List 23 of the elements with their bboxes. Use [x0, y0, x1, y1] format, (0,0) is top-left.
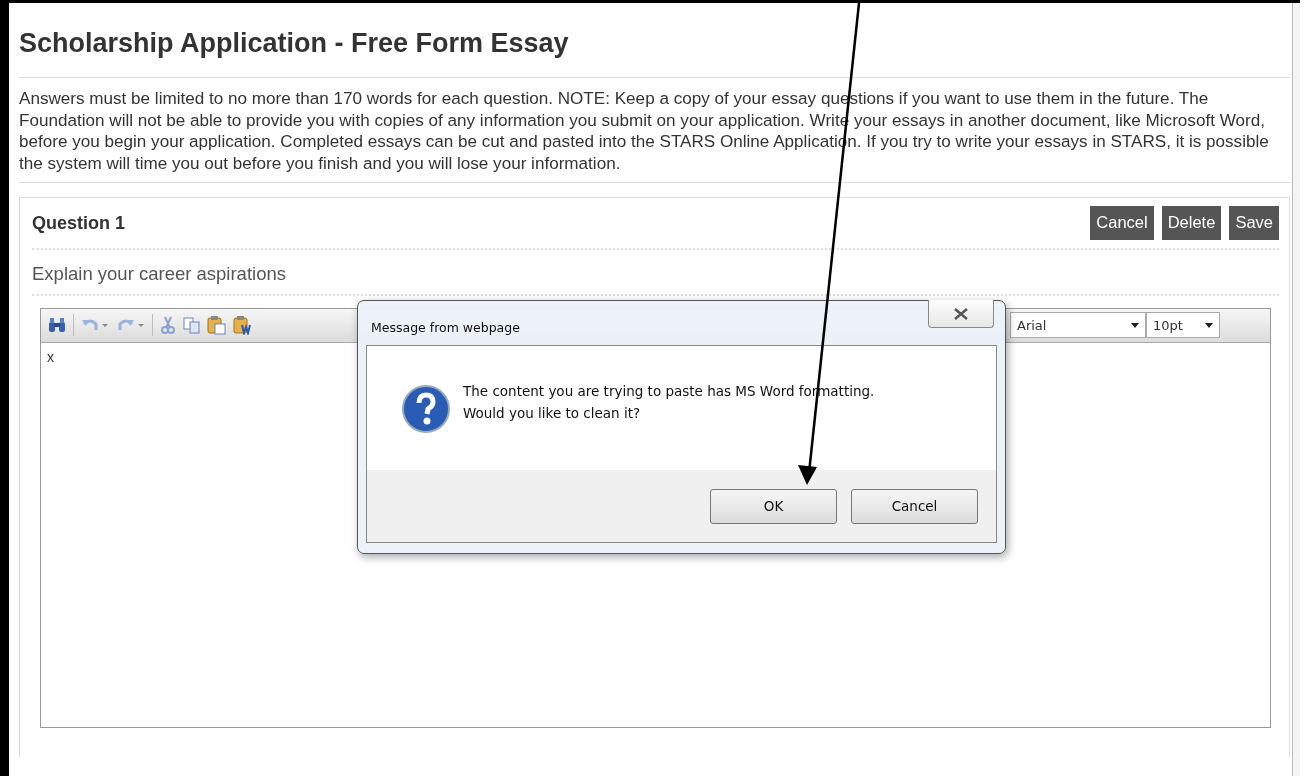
- question-action-button[interactable]: Save: [1229, 206, 1279, 241]
- close-icon: [953, 308, 969, 321]
- dialog-button[interactable]: Cancel: [851, 488, 978, 524]
- page-title: Scholarship Application - Free Form Essay: [19, 3, 1290, 79]
- copy-icon[interactable]: [183, 316, 201, 335]
- caret-icon: [1205, 322, 1213, 328]
- question-action-button[interactable]: Cancel: [1090, 206, 1154, 241]
- caret-icon: [1131, 322, 1139, 328]
- question-heading: Question 1: [32, 211, 125, 235]
- editor-text: x: [47, 348, 54, 365]
- font-select[interactable]: Arial: [1010, 312, 1146, 339]
- dialog-title: Message from webpage: [371, 319, 520, 337]
- paste-word-icon[interactable]: [233, 315, 253, 336]
- question-action-button[interactable]: Delete: [1161, 206, 1222, 241]
- close-button[interactable]: [928, 300, 994, 328]
- scrollbar[interactable]: [1292, 3, 1300, 776]
- find-icon[interactable]: [47, 316, 67, 335]
- dialog-button[interactable]: OK: [710, 488, 837, 524]
- question-icon: [401, 384, 451, 434]
- question-prompt: Explain your career aspirations: [32, 250, 1279, 296]
- font-size-select[interactable]: 10pt: [1146, 312, 1220, 339]
- cut-icon[interactable]: [159, 316, 177, 335]
- paste-icon[interactable]: [207, 315, 227, 336]
